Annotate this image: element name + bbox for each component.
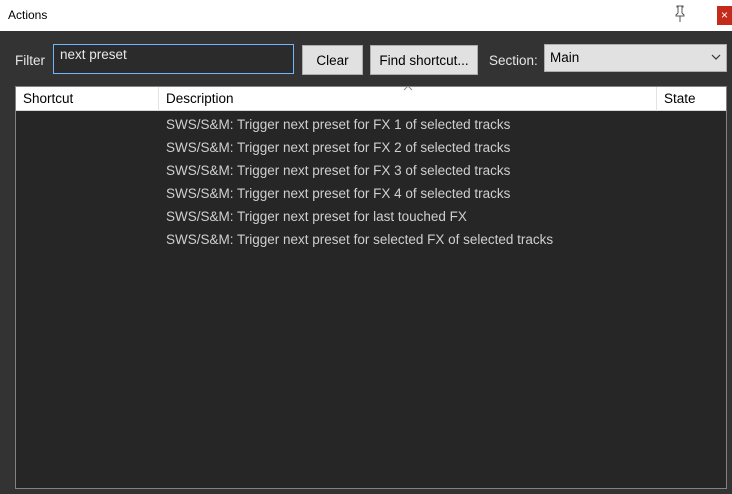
row-description: SWS/S&M: Trigger next preset for FX 4 of…	[166, 186, 511, 201]
section-selected-value: Main	[550, 50, 580, 65]
row-description: SWS/S&M: Trigger next preset for FX 3 of…	[166, 163, 511, 178]
column-header-shortcut[interactable]: Shortcut	[16, 87, 159, 111]
table-row[interactable]: SWS/S&M: Trigger next preset for selecte…	[16, 228, 726, 251]
table-row[interactable]: SWS/S&M: Trigger next preset for FX 2 of…	[16, 136, 726, 159]
pin-icon[interactable]	[672, 5, 688, 23]
sort-caret-icon	[403, 87, 413, 91]
section-select[interactable]: Main	[544, 44, 727, 72]
table-row[interactable]: SWS/S&M: Trigger next preset for FX 4 of…	[16, 182, 726, 205]
close-icon: ×	[720, 8, 728, 22]
chevron-down-icon	[711, 54, 721, 60]
close-button[interactable]: ×	[717, 6, 732, 25]
window-title: Actions	[8, 8, 48, 22]
table-row[interactable]: SWS/S&M: Trigger next preset for last to…	[16, 205, 726, 228]
row-description: SWS/S&M: Trigger next preset for last to…	[166, 209, 467, 224]
section-label: Section:	[489, 53, 538, 68]
clear-button[interactable]: Clear	[302, 45, 363, 75]
row-description: SWS/S&M: Trigger next preset for selecte…	[166, 232, 554, 247]
row-description: SWS/S&M: Trigger next preset for FX 1 of…	[166, 117, 511, 132]
column-header-state[interactable]: State	[657, 87, 726, 111]
find-shortcut-button[interactable]: Find shortcut...	[370, 45, 478, 75]
actions-list[interactable]: Shortcut Description State SWS/S&M: Trig…	[15, 86, 727, 489]
row-description: SWS/S&M: Trigger next preset for FX 2 of…	[166, 140, 511, 155]
list-header: Shortcut Description State	[16, 87, 726, 111]
filter-input[interactable]	[53, 44, 294, 74]
table-row[interactable]: SWS/S&M: Trigger next preset for FX 3 of…	[16, 159, 726, 182]
table-row[interactable]: SWS/S&M: Trigger next preset for FX 1 of…	[16, 113, 726, 136]
list-rows: SWS/S&M: Trigger next preset for FX 1 of…	[16, 113, 726, 251]
filter-label: Filter	[15, 53, 45, 68]
title-bar: Actions ×	[0, 0, 732, 31]
